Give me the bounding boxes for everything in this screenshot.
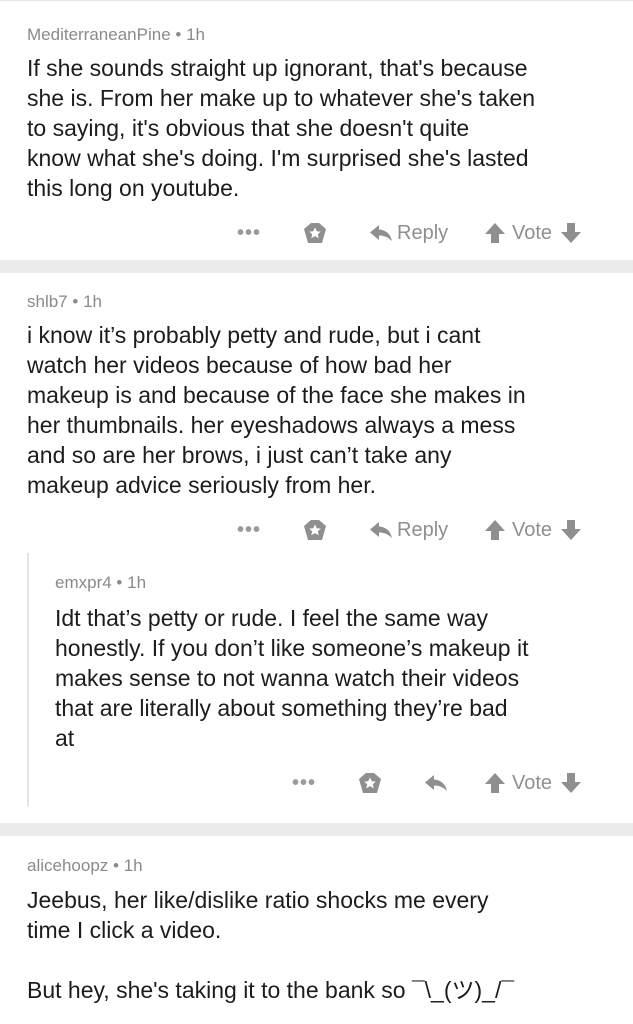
- comment-mediterraneanpine: MediterraneanPine • 1h If she sounds str…: [0, 0, 633, 260]
- reply-label: Reply: [397, 518, 449, 541]
- reply-button[interactable]: Reply: [369, 216, 448, 250]
- reply-label: Reply: [397, 221, 449, 244]
- reply-author[interactable]: emxpr4: [55, 573, 112, 592]
- comment-author[interactable]: alicehoopz: [27, 856, 108, 875]
- reply-button[interactable]: Reply: [369, 513, 448, 547]
- comment-meta: MediterraneanPine • 1h: [27, 25, 205, 45]
- comment-divider: [0, 823, 633, 836]
- comment-alicehoopz: alicehoopz • 1h Jeebus, her like/dislike…: [0, 836, 633, 1024]
- reply-button[interactable]: [424, 766, 448, 800]
- comment-body: If she sounds straight up ignorant, that…: [27, 55, 536, 201]
- downvote-icon[interactable]: [560, 772, 582, 794]
- comment-time: 1h: [123, 856, 143, 875]
- vote-label: Vote: [512, 221, 553, 244]
- reply-arrow-icon: [370, 225, 392, 241]
- more-options-button[interactable]: •••: [237, 513, 261, 547]
- vote-control: Vote: [484, 216, 582, 250]
- meta-separator: •: [116, 573, 123, 592]
- more-options-button[interactable]: •••: [292, 766, 316, 800]
- comment-author[interactable]: shlb7: [27, 292, 68, 311]
- vote-label: Vote: [512, 518, 553, 541]
- reply-actions: ••• Vote: [0, 766, 633, 800]
- vote-control: Vote: [484, 766, 582, 800]
- star-icon: [304, 520, 326, 540]
- save-star-button[interactable]: [301, 216, 329, 250]
- meta-separator: •: [175, 25, 182, 44]
- comment-actions: ••• Reply Vote: [0, 513, 633, 547]
- more-options-button[interactable]: •••: [237, 216, 261, 250]
- reply-body: Idt that’s petty or rude. I feel the sam…: [55, 605, 529, 751]
- comment-meta: alicehoopz • 1h: [27, 856, 143, 876]
- star-icon: [359, 773, 381, 793]
- downvote-icon[interactable]: [560, 222, 582, 244]
- comment-meta: shlb7 • 1h: [27, 292, 102, 312]
- reply-time: 1h: [127, 573, 147, 592]
- vote-label: Vote: [512, 771, 553, 794]
- reply-arrow-icon: [425, 775, 447, 791]
- upvote-icon[interactable]: [484, 222, 506, 244]
- comment-thread: MediterraneanPine • 1h If she sounds str…: [0, 0, 633, 1024]
- save-star-button[interactable]: [356, 766, 384, 800]
- upvote-icon[interactable]: [484, 772, 506, 794]
- downvote-icon[interactable]: [560, 519, 582, 541]
- comment-time: 1h: [186, 25, 205, 44]
- top-divider: [0, 0, 633, 1]
- reply-meta: emxpr4 • 1h: [55, 573, 146, 593]
- comment-author[interactable]: MediterraneanPine: [27, 25, 171, 44]
- upvote-icon[interactable]: [484, 519, 506, 541]
- save-star-button[interactable]: [301, 513, 329, 547]
- reply-arrow-icon: [370, 522, 392, 538]
- comment-time: 1h: [83, 292, 102, 311]
- vote-control: Vote: [484, 513, 582, 547]
- comment-shlb7: shlb7 • 1h i know it’s probably petty an…: [0, 273, 633, 823]
- star-icon: [304, 223, 326, 243]
- comment-actions: ••• Reply Vote: [0, 216, 633, 250]
- comment-body: i know it’s probably petty and rude, but…: [27, 322, 526, 498]
- meta-separator: •: [72, 292, 79, 311]
- comment-divider: [0, 260, 633, 273]
- meta-separator: •: [113, 856, 119, 875]
- comment-body: Jeebus, her like/dislike ratio shocks me…: [27, 887, 515, 1003]
